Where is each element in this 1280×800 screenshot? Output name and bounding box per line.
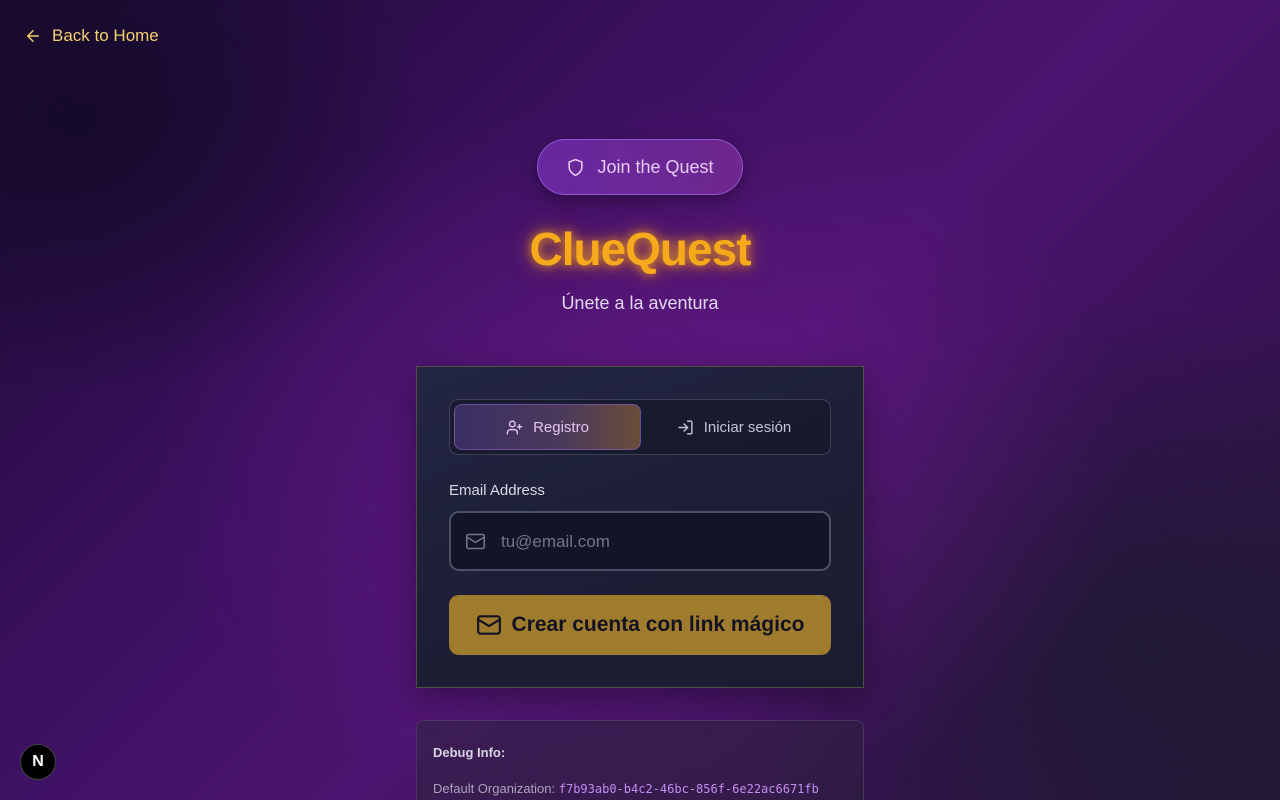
tab-iniciar-sesion-label: Iniciar sesión bbox=[703, 418, 792, 436]
debug-panel: Debug Info: Default Organization: f7b93a… bbox=[416, 720, 864, 800]
create-account-label: Crear cuenta con link mágico bbox=[511, 613, 805, 636]
auth-tabs: Registro Iniciar sesión bbox=[449, 399, 831, 455]
email-input[interactable] bbox=[499, 513, 823, 571]
log-in-icon bbox=[678, 419, 693, 435]
user-plus-icon bbox=[506, 419, 523, 435]
tab-iniciar-sesion[interactable]: Iniciar sesión bbox=[641, 404, 827, 450]
tab-registro-label: Registro bbox=[533, 418, 589, 436]
back-to-home-label: Back to Home bbox=[52, 26, 159, 45]
join-quest-badge: Join the Quest bbox=[537, 139, 743, 195]
email-field-label: Email Address bbox=[449, 482, 545, 499]
dev-badge-label: N bbox=[32, 753, 44, 770]
debug-org-value: f7b93ab0-b4c2-46bc-856f-6e22ac6671fb bbox=[558, 782, 819, 796]
auth-card: Registro Iniciar sesión Email Address Cr… bbox=[416, 366, 864, 688]
arrow-left-icon bbox=[27, 30, 39, 42]
app-subtitle: Únete a la aventura bbox=[561, 293, 719, 313]
mail-icon bbox=[465, 533, 486, 550]
email-field bbox=[449, 511, 831, 571]
nextjs-dev-badge[interactable]: N bbox=[20, 744, 56, 780]
create-account-button[interactable]: Crear cuenta con link mágico bbox=[449, 595, 831, 655]
debug-org-label: Default Organization: bbox=[433, 781, 556, 796]
debug-org-row: Default Organization: f7b93ab0-b4c2-46bc… bbox=[433, 781, 819, 796]
tab-registro[interactable]: Registro bbox=[454, 404, 641, 450]
debug-title: Debug Info: bbox=[433, 745, 506, 760]
mail-icon bbox=[476, 615, 501, 635]
app-title: ClueQuest bbox=[529, 223, 751, 275]
shield-icon bbox=[568, 158, 584, 176]
back-to-home-link[interactable]: Back to Home bbox=[24, 24, 159, 48]
join-quest-label: Join the Quest bbox=[597, 156, 714, 177]
